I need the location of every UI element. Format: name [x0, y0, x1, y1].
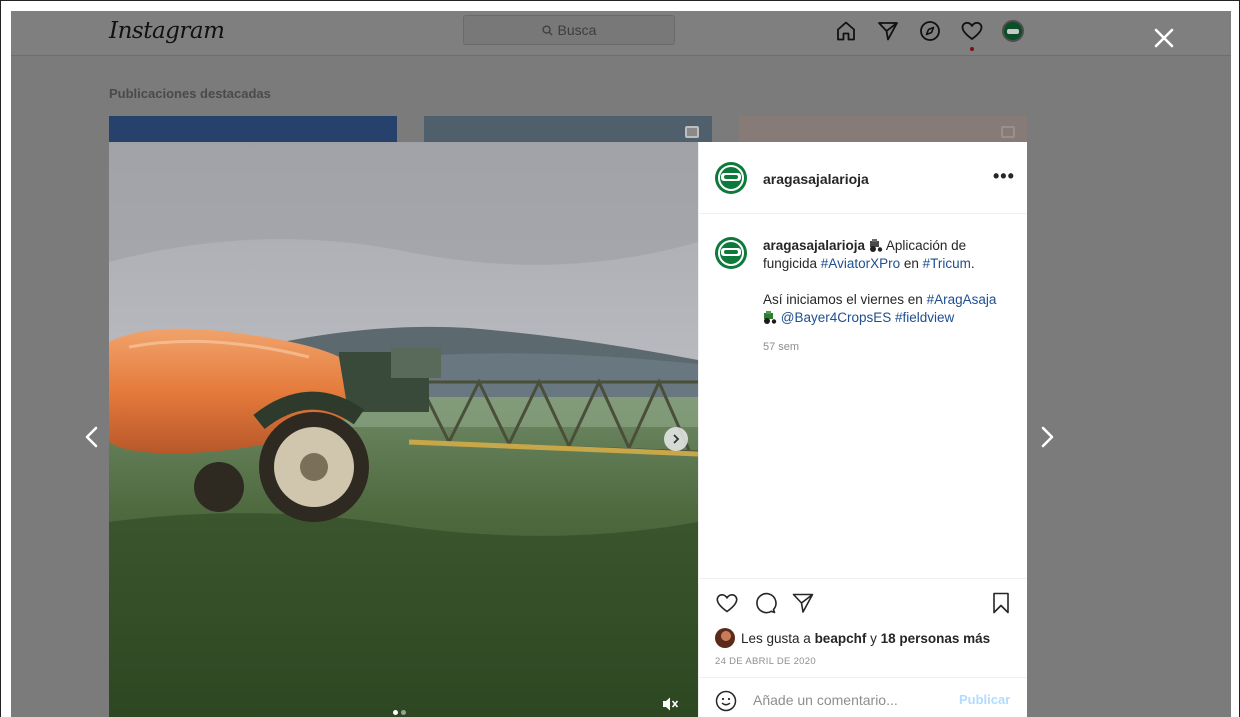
hashtag-fieldview[interactable]: #fieldview: [895, 310, 954, 325]
post-date: 24 DE ABRIL DE 2020: [715, 656, 816, 667]
activity-heart-icon[interactable]: [960, 19, 984, 51]
post-video[interactable]: [109, 142, 698, 717]
caption-username[interactable]: aragasajalarioja: [763, 238, 865, 253]
close-button[interactable]: [1149, 23, 1179, 53]
caption-text-2: Así iniciamos el viernes en: [763, 292, 927, 307]
carousel-indicator: [393, 710, 406, 715]
green-tractor-emoji-icon: [764, 311, 777, 324]
more-options-button[interactable]: •••: [993, 166, 1015, 187]
hashtag-tricum[interactable]: #Tricum: [923, 256, 971, 271]
notification-dot: [970, 47, 974, 51]
comment-bar: Publicar: [699, 677, 1027, 717]
browser-viewport: Instagram Busca Publicaciones destacadas: [11, 11, 1231, 717]
direct-icon[interactable]: [876, 19, 900, 43]
bookmark-icon[interactable]: [989, 591, 1013, 615]
mention-bayer4cropses[interactable]: @Bayer4CropsES: [781, 310, 892, 325]
post-modal: aragasajalarioja ••• aragasajalarioja Ap…: [109, 142, 1027, 717]
search-box[interactable]: Busca: [463, 15, 675, 45]
avatar-logo: [721, 173, 741, 181]
profile-avatar[interactable]: [1002, 20, 1024, 42]
publish-button[interactable]: Publicar: [959, 692, 1010, 707]
post-username[interactable]: aragasajalarioja: [763, 171, 869, 187]
share-send-icon[interactable]: [791, 591, 815, 615]
avatar-logo: [721, 248, 741, 256]
muted-speaker-icon: [663, 697, 679, 711]
post-caption: aragasajalarioja Aplicación de fungicida…: [763, 237, 1013, 327]
likes-others[interactable]: 18 personas más: [881, 631, 991, 646]
caption-avatar[interactable]: [715, 237, 747, 269]
multiple-posts-icon: [1001, 126, 1015, 138]
caption-text-dot: .: [970, 256, 975, 271]
tractor-emoji-icon: [869, 239, 883, 252]
chevron-left-icon: [85, 426, 98, 448]
explore-icon[interactable]: [918, 19, 942, 43]
search-placeholder: Busca: [557, 22, 597, 38]
screen-frame: Instagram Busca Publicaciones destacadas: [0, 0, 1240, 717]
chevron-right-icon: [673, 434, 680, 444]
previous-post-button[interactable]: [80, 425, 104, 449]
instagram-header: Instagram Busca: [11, 11, 1231, 56]
liker-username[interactable]: beapchf: [815, 631, 867, 646]
liker-avatar[interactable]: [715, 628, 735, 648]
multiple-posts-icon: [685, 126, 699, 138]
caption-text-en: en: [900, 256, 923, 271]
post-side-panel: aragasajalarioja ••• aragasajalarioja Ap…: [698, 142, 1027, 717]
hashtag-aragasaja[interactable]: #AragAsaja: [927, 292, 997, 307]
nav-icons: [834, 19, 1024, 51]
post-actions: Les gusta a beapchf y 18 personas más 24…: [699, 578, 1027, 717]
home-icon[interactable]: [834, 19, 858, 43]
likes-text: Les gusta a beapchf y 18 personas más: [741, 630, 991, 646]
emoji-picker-button[interactable]: [715, 690, 737, 712]
instagram-logo[interactable]: Instagram: [109, 18, 225, 44]
carousel-dot: [401, 710, 406, 715]
comment-bubble-icon[interactable]: [753, 591, 777, 615]
comment-input[interactable]: [753, 688, 943, 712]
featured-posts-label: Publicaciones destacadas: [109, 86, 271, 101]
caption-timestamp[interactable]: 57 sem: [763, 341, 799, 353]
smiley-icon: [715, 690, 737, 712]
tractor-spraying-field-video-frame: [109, 142, 698, 717]
likes-summary[interactable]: Les gusta a beapchf y 18 personas más: [715, 628, 990, 648]
search-icon: [541, 24, 553, 36]
action-icons: [715, 591, 815, 615]
carousel-dot-active: [393, 710, 398, 715]
carousel-next-button[interactable]: [664, 427, 688, 451]
chevron-right-icon: [1041, 426, 1054, 448]
close-icon: [1154, 28, 1174, 48]
post-header: aragasajalarioja •••: [699, 142, 1027, 214]
mute-button[interactable]: [658, 692, 682, 716]
caption-section: aragasajalarioja Aplicación de fungicida…: [699, 215, 1027, 575]
account-avatar[interactable]: [715, 162, 747, 194]
like-heart-icon[interactable]: [715, 591, 739, 615]
next-post-button[interactable]: [1035, 425, 1059, 449]
hashtag-aviatorxpro[interactable]: #AviatorXPro: [821, 256, 900, 271]
